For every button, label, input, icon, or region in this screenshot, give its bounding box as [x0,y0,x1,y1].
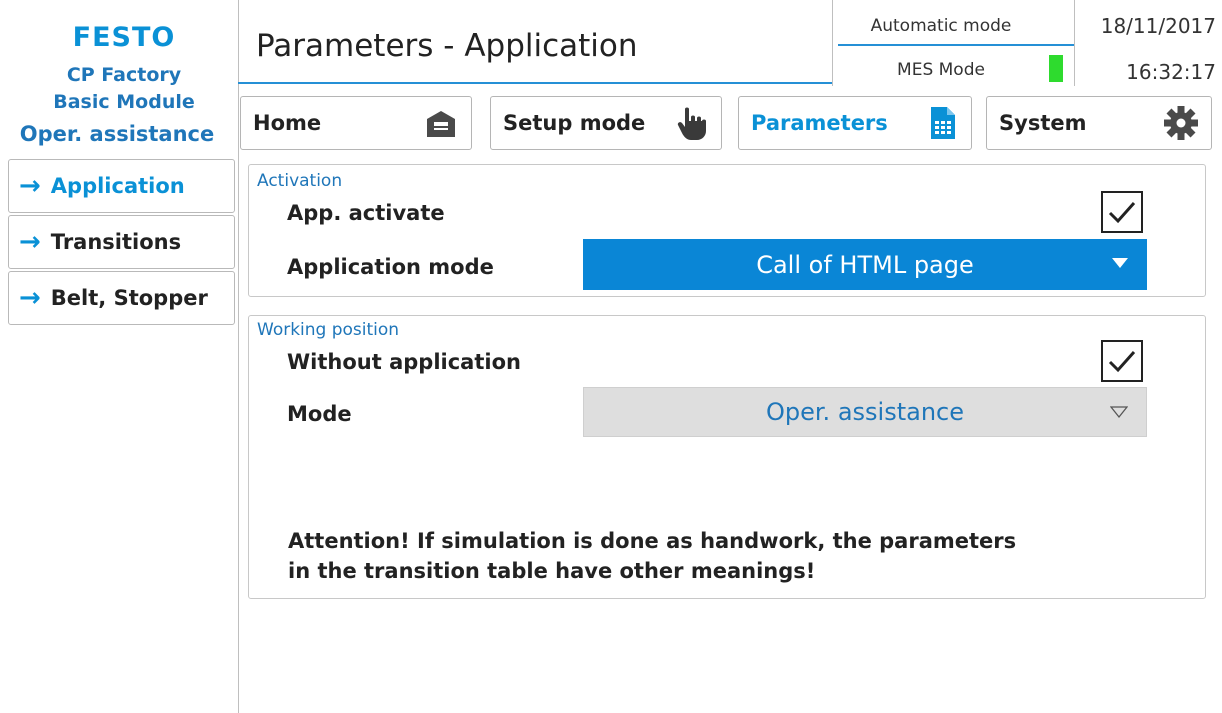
time-display: 16:32:17 [1126,60,1216,84]
chevron-down-icon [1112,258,1128,268]
title-underline [238,82,832,84]
tab-setup-mode[interactable]: Setup mode [490,96,722,150]
hand-pointer-icon [677,107,706,140]
sidebar-item-belt-stopper[interactable]: → Belt, Stopper [8,271,235,325]
tab-label: Parameters [751,111,888,135]
tab-label: Setup mode [503,111,646,135]
checkmark-icon [1108,351,1136,373]
attention-message: Attention! If simulation is done as hand… [288,526,1108,586]
tab-label: Home [253,111,322,135]
gear-icon [1164,106,1198,140]
tab-label: System [999,111,1087,135]
tab-system[interactable]: System [986,96,1212,150]
header-separator [832,0,833,86]
date-display: 18/11/2017 [1100,14,1216,38]
mes-mode-indicator [1049,55,1063,82]
app-activate-label: App. activate [287,201,445,225]
application-mode-select[interactable]: Call of HTML page [583,239,1147,290]
activation-group: Activation App. activate Application mod… [248,164,1206,297]
sidebar-item-label: Transitions [50,230,182,254]
arrow-right-icon: → [19,171,41,201]
app-activate-checkbox[interactable] [1101,191,1143,233]
page-title: Parameters - Application [256,28,638,64]
module-name-line1: CP Factory [66,64,182,86]
automatic-mode-status: Automatic mode [870,16,1012,36]
mes-mode-status: MES Mode [897,60,985,80]
group-title: Working position [257,320,400,340]
checkmark-icon [1108,202,1136,224]
sidebar-item-transitions[interactable]: → Transitions [8,215,235,269]
application-mode-label: Application mode [287,255,494,279]
header-separator [1074,0,1075,86]
sidebar-item-label: Belt, Stopper [50,286,208,310]
arrow-right-icon: → [19,283,41,313]
mode-underline [838,44,1074,46]
festo-logo: FESTO [72,22,176,53]
attention-line-1: Attention! If simulation is done as hand… [288,529,1017,553]
home-icon [427,111,455,137]
without-application-label: Without application [287,350,521,374]
mode-value: Oper. assistance [766,398,964,426]
mode-select[interactable]: Oper. assistance [583,387,1147,437]
chevron-down-icon [1110,406,1128,419]
module-name-line2: Basic Module [53,91,195,113]
attention-line-2: in the transition table have other meani… [288,559,816,583]
sidebar-item-application[interactable]: → Application [8,159,235,213]
tab-parameters[interactable]: Parameters [738,96,972,150]
arrow-right-icon: → [19,227,41,257]
tab-home[interactable]: Home [240,96,472,150]
without-application-checkbox[interactable] [1101,340,1143,382]
mode-label: Mode [287,402,352,426]
sidebar-item-label: Application [50,174,185,198]
document-icon [931,107,955,139]
section-title: Oper. assistance [19,122,215,146]
application-mode-value: Call of HTML page [756,250,974,279]
group-title: Activation [257,171,343,191]
left-divider [238,0,239,713]
